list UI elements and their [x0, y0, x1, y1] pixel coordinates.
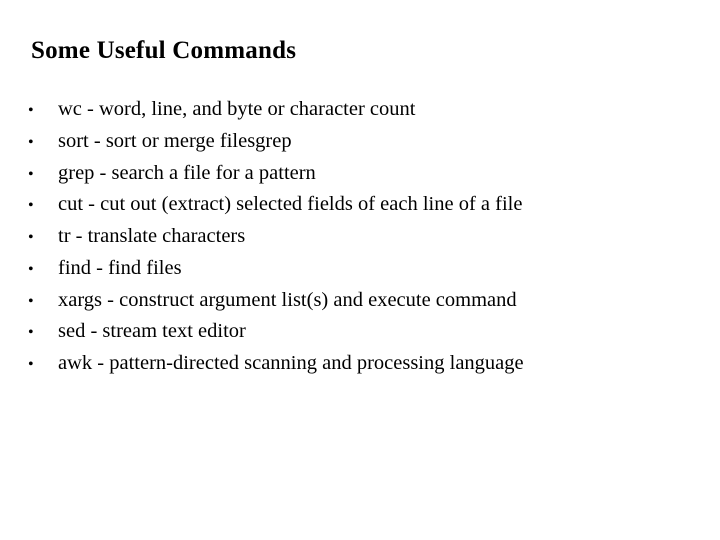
bullet-icon: •	[28, 165, 34, 183]
list-item: • wc - word, line, and byte or character…	[28, 94, 524, 126]
list-item-text: grep - search a file for a pattern	[58, 161, 316, 184]
list-item-text: xargs - construct argument list(s) and e…	[58, 288, 517, 311]
list-item-text: tr - translate characters	[58, 225, 246, 247]
bullet-icon: •	[28, 292, 34, 310]
list-item: • tr - translate characters	[28, 221, 524, 253]
list-item: • xargs - construct argument list(s) and…	[28, 285, 524, 317]
bullet-icon: •	[28, 102, 34, 119]
list-item: • find - find files	[28, 253, 524, 285]
list-item-text: find - find files	[58, 256, 182, 279]
bullet-icon: •	[28, 324, 34, 342]
list-item-text: sed - stream text editor	[58, 320, 246, 343]
slide-title: Some Useful Commands	[31, 37, 297, 64]
list-item-text: cut - cut out (extract) selected fields …	[58, 193, 523, 216]
list-item-text: awk - pattern-directed scanning and proc…	[58, 352, 524, 374]
command-list: • wc - word, line, and byte or character…	[28, 94, 524, 380]
bullet-icon: •	[28, 133, 34, 151]
bullet-icon: •	[28, 197, 34, 215]
bullet-icon: •	[28, 356, 34, 373]
list-item-text: sort - sort or merge filesgrep	[58, 129, 292, 152]
list-item: • grep - search a file for a pattern	[28, 158, 524, 190]
list-item: • sort - sort or merge filesgrep	[28, 126, 524, 158]
list-item: • cut - cut out (extract) selected field…	[28, 189, 524, 221]
bullet-icon: •	[28, 229, 34, 246]
list-item-text: wc - word, line, and byte or character c…	[58, 98, 416, 120]
list-item: • sed - stream text editor	[28, 316, 524, 348]
list-item: • awk - pattern-directed scanning and pr…	[28, 348, 524, 380]
bullet-icon: •	[28, 260, 34, 278]
